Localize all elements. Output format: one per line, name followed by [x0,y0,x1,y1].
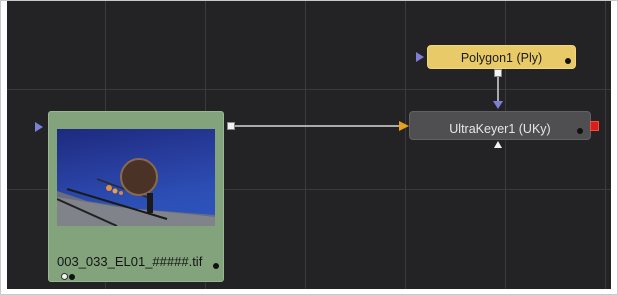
keyer-bottom-input-triangle-icon[interactable] [494,141,502,148]
keyer-mask-input-triangle-icon[interactable] [493,101,503,109]
polygon-view-dot-icon[interactable] [565,58,571,64]
loader-node[interactable]: 003_033_EL01_#####.tif [48,111,224,282]
view-indicator-dot-icon[interactable] [213,263,219,269]
loader-thumbnail [57,129,215,226]
loader-input-triangle-icon[interactable] [35,122,43,132]
ultrakeyer-node-label: UltraKeyer1 (UKy) [449,122,551,136]
polygon-node[interactable]: Polygon1 (Ply) [427,45,576,69]
thumbnail-image [57,158,215,226]
keyer-output-red-square-icon[interactable] [590,121,599,131]
loader-output-square-icon[interactable] [227,122,235,130]
polygon-output-square-icon[interactable] [494,69,502,77]
polygon-input-triangle-icon[interactable] [416,52,424,62]
keyer-foreground-input-triangle-icon[interactable] [399,121,409,131]
ultrakeyer-node[interactable]: UltraKeyer1 (UKy) [409,111,591,140]
polygon-node-label: Polygon1 (Ply) [460,51,543,65]
node-editor-frame: 003_033_EL01_#####.tif Polygon1 (Ply) Ul… [0,0,618,295]
keyer-view-dot-icon[interactable] [577,128,583,134]
view-indicator-left-icon[interactable] [61,273,68,280]
node-editor-canvas[interactable]: 003_033_EL01_#####.tif Polygon1 (Ply) Ul… [7,1,611,289]
view-indicator-right-icon[interactable] [69,274,75,280]
loader-node-label: 003_033_EL01_#####.tif [57,254,203,269]
